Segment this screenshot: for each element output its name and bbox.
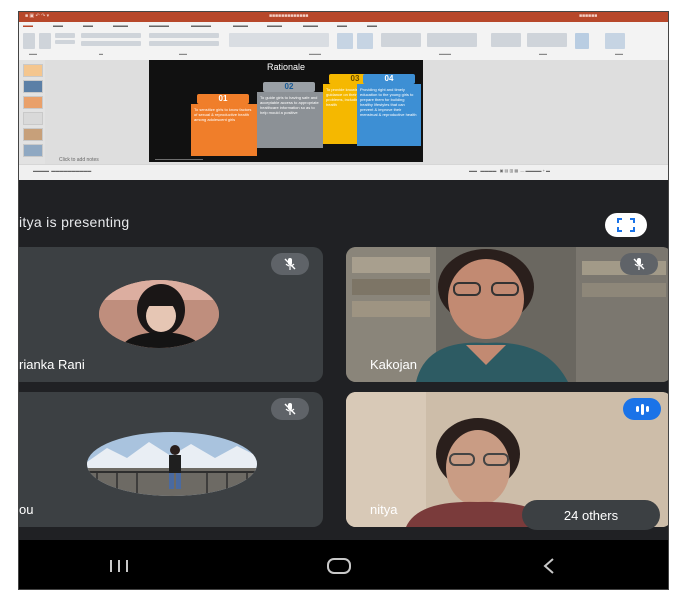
- card-text: Providing right and timely education to …: [357, 84, 421, 146]
- participant-tile[interactable]: Kakojan: [346, 247, 668, 382]
- app-title-bar: ■ ▣ ↶ ↷ ▾ ■■■■■■■■■■■■■ ■■■■■■: [19, 12, 668, 22]
- recent-apps-icon: [110, 559, 128, 572]
- slide: Rationale 01 To sensitize girls to know …: [149, 60, 423, 162]
- participant-tile[interactable]: rianka Rani: [19, 247, 323, 382]
- mute-indicator: [271, 398, 309, 420]
- mic-off-icon: [284, 403, 296, 415]
- card-number: 01: [197, 94, 249, 104]
- recent-apps-button[interactable]: [89, 540, 149, 589]
- participant-name: ou: [19, 502, 34, 517]
- participant-tile[interactable]: ou: [19, 392, 323, 527]
- participant-name: Kakojan: [370, 357, 417, 372]
- avatar: [87, 432, 257, 496]
- notes-placeholder[interactable]: Click to add notes: [59, 157, 99, 163]
- avatar: [99, 280, 219, 348]
- card-number: 02: [263, 82, 315, 92]
- participant-name: nitya: [370, 502, 398, 517]
- mute-indicator: [620, 253, 658, 275]
- navigation-bar: [19, 540, 668, 589]
- card-number: 04: [363, 74, 415, 84]
- shared-screen: ■ ▣ ↶ ↷ ▾ ■■■■■■■■■■■■■ ■■■■■■ ▬▬ ▬▬ ▬▬ ▬…: [19, 12, 668, 180]
- participant-name: rianka Rani: [19, 357, 85, 372]
- slide-thumbnails[interactable]: [19, 60, 45, 164]
- fullscreen-icon: [617, 218, 635, 232]
- ribbon-tabs: ▬▬ ▬▬ ▬▬ ▬▬▬ ▬▬▬▬ ▬▬▬▬ ▬▬▬ ▬▬▬ ▬▬▬ ▬▬ ▬▬: [23, 23, 377, 29]
- card-text: To sensitize girls to know factors of se…: [191, 104, 257, 156]
- mic-off-icon: [633, 258, 645, 270]
- ribbon: ▬▬ ▬▬▬▬ ▬▬▬▬▬▬▬ ▬▬▬▬▬▬▬ ▬▬▬▬▬▬ ▬▬▬▬: [19, 22, 668, 61]
- mic-off-icon: [284, 258, 296, 270]
- fullscreen-button[interactable]: [605, 213, 647, 237]
- status-bar: ▬▬▬▬ ▬▬▬▬▬▬▬▬▬▬ ▬▬ ▬▬▬▬ ▣ ▤ ▥ ▦ — ▬▬▬▬ +…: [19, 164, 668, 180]
- others-count-chip[interactable]: 24 others: [522, 500, 660, 530]
- phone-screen: ■ ▣ ↶ ↷ ▾ ■■■■■■■■■■■■■ ■■■■■■ ▬▬ ▬▬ ▬▬ ▬…: [18, 11, 669, 590]
- back-button[interactable]: [519, 540, 579, 589]
- slide-footer: ▬▬▬▬▬▬▬▬▬▬▬▬▬▬▬▬: [155, 157, 203, 161]
- card-text: To guide girls to having safe and accept…: [257, 92, 323, 148]
- mute-indicator: [271, 253, 309, 275]
- speaking-indicator: [623, 398, 661, 420]
- presenting-label: itya is presenting: [19, 214, 130, 230]
- slide-title: Rationale: [266, 62, 306, 72]
- home-icon: [327, 557, 351, 574]
- back-icon: [543, 557, 554, 574]
- home-button[interactable]: [309, 540, 369, 589]
